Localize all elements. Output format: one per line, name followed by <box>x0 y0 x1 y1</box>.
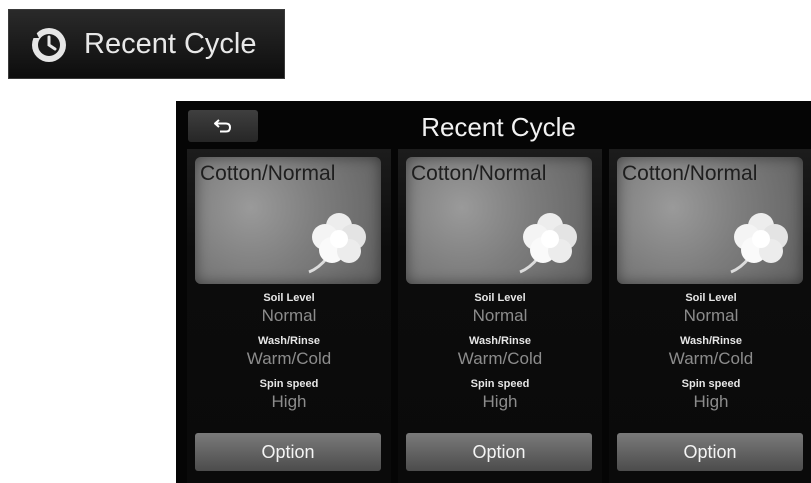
wash-rinse-label: Wash/Rinse <box>258 335 320 347</box>
wash-rinse-value: Warm/Cold <box>246 349 332 368</box>
wash-rinse-label: Wash/Rinse <box>680 335 742 347</box>
spin-speed-label: Spin speed <box>470 378 530 390</box>
recent-cycle-screen: Recent Cycle Cotton/Normal Soil Level No… <box>176 101 811 483</box>
cycle-settings: Soil Level Normal Wash/Rinse Warm/Cold S… <box>609 291 811 420</box>
recent-clock-icon <box>30 26 68 64</box>
cotton-icon <box>730 213 788 274</box>
spin-speed-value: High <box>271 392 307 411</box>
soil-level-label: Soil Level <box>474 292 526 304</box>
soil-level-label: Soil Level <box>685 292 737 304</box>
recent-cycle-cards: Cotton/Normal Soil Level Normal Wash/Rin… <box>176 149 811 483</box>
screen-title: Recent Cycle <box>421 112 576 142</box>
spin-speed-label: Spin speed <box>681 378 741 390</box>
soil-level-label: Soil Level <box>263 292 315 304</box>
cycle-settings: Soil Level Normal Wash/Rinse Warm/Cold S… <box>187 291 391 420</box>
cycle-name: Cotton/Normal <box>411 162 547 185</box>
cycle-settings: Soil Level Normal Wash/Rinse Warm/Cold S… <box>398 291 602 420</box>
cycle-card[interactable]: Cotton/Normal Soil Level Normal Wash/Rin… <box>398 149 602 483</box>
cycle-name: Cotton/Normal <box>200 162 336 185</box>
cotton-icon <box>519 213 577 274</box>
cycle-card[interactable]: Cotton/Normal Soil Level Normal Wash/Rin… <box>187 149 391 483</box>
spin-speed-value: High <box>482 392 518 411</box>
option-button[interactable]: Option <box>617 433 803 471</box>
spin-speed-label: Spin speed <box>259 378 319 390</box>
wash-rinse-label: Wash/Rinse <box>469 335 531 347</box>
option-button[interactable]: Option <box>195 433 381 471</box>
option-button[interactable]: Option <box>406 433 592 471</box>
cycle-image[interactable]: Cotton/Normal <box>406 157 592 284</box>
cycle-image[interactable]: Cotton/Normal <box>617 157 803 284</box>
soil-level-value: Normal <box>683 306 739 325</box>
wash-rinse-value: Warm/Cold <box>457 349 543 368</box>
soil-level-value: Normal <box>261 306 317 325</box>
cycle-name: Cotton/Normal <box>622 162 758 185</box>
cycle-card[interactable]: Cotton/Normal Soil Level Normal Wash/Rin… <box>609 149 811 483</box>
soil-level-value: Normal <box>472 306 528 325</box>
recent-cycle-label: Recent Cycle <box>84 28 257 60</box>
wash-rinse-value: Warm/Cold <box>668 349 754 368</box>
cotton-icon <box>308 213 366 274</box>
recent-cycle-button[interactable]: Recent Cycle <box>8 9 285 79</box>
spin-speed-value: High <box>693 392 729 411</box>
cycle-image[interactable]: Cotton/Normal <box>195 157 381 284</box>
